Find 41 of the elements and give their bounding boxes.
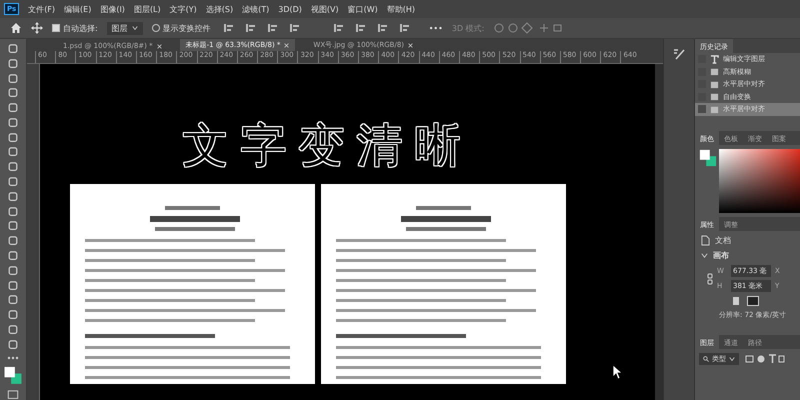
search-icon — [703, 356, 709, 362]
canvas-title: 文字变清晰 — [182, 122, 472, 168]
type-icon — [710, 54, 719, 64]
color-swatches-icon[interactable] — [699, 149, 717, 167]
portrait-icon[interactable] — [731, 296, 741, 306]
layer-filter-icons-drawing[interactable] — [745, 354, 785, 364]
caret-icon — [729, 356, 735, 362]
show-transform-checkbox[interactable]: 显示变换控件 — [152, 22, 211, 34]
menu-item[interactable]: 3D(D) — [278, 4, 302, 14]
color-swatches-icon[interactable] — [3, 366, 23, 386]
mouse-pointer-icon — [612, 364, 622, 380]
canvas-section-header[interactable]: 画布 — [701, 250, 800, 261]
menu-item[interactable]: 编辑(E) — [64, 4, 92, 14]
history-panel-icon[interactable] — [672, 47, 686, 61]
color-picker-field[interactable] — [719, 149, 800, 213]
landscape-icon[interactable] — [747, 296, 759, 306]
menu-item[interactable]: 视图(V) — [310, 4, 339, 14]
link-icon[interactable] — [707, 272, 713, 284]
auto-select-checkbox[interactable]: 自动选择: — [52, 22, 98, 34]
close-icon[interactable] — [156, 44, 162, 48]
caret-icon[interactable] — [701, 252, 708, 259]
more-button[interactable]: ••• — [428, 24, 443, 32]
3d-tools-icons-drawing — [493, 22, 564, 34]
menu-item[interactable]: 文字(Y) — [170, 4, 197, 14]
menu-item[interactable]: 帮助(H) — [386, 4, 416, 14]
3d-mode-label: 3D 模式: — [452, 22, 484, 34]
screen-mode-icon[interactable] — [7, 388, 19, 400]
menu-item[interactable]: 滤镜(T) — [242, 4, 270, 14]
home-icon[interactable] — [10, 22, 22, 34]
document-icon — [701, 235, 710, 246]
menu-item[interactable]: 图层(L) — [134, 4, 161, 14]
close-icon[interactable] — [408, 42, 414, 48]
menu-item[interactable]: 选择(S) — [206, 4, 234, 14]
vertical-scrollbar[interactable] — [655, 64, 663, 400]
document-label: 文档 — [715, 235, 731, 246]
menu-item[interactable]: 窗口(W) — [348, 4, 378, 14]
target-dropdown[interactable]: 图层 — [106, 22, 143, 34]
menu-item[interactable]: 文件(F) — [28, 4, 56, 14]
close-icon[interactable] — [284, 42, 290, 48]
caret-icon — [132, 25, 138, 31]
menu-item[interactable]: 图像(I) — [100, 4, 125, 14]
